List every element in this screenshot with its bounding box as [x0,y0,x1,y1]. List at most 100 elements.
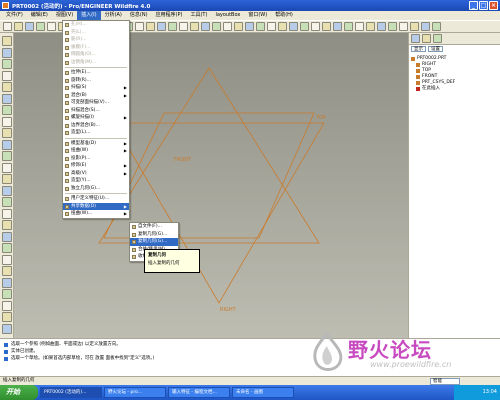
shared-data-item[interactable]: 自文件(F)... [130,223,178,231]
toolbar-tool-icon[interactable] [157,22,166,31]
toolbar-tool-icon[interactable] [168,22,177,31]
toolbar-tool-icon[interactable] [289,22,298,31]
taskbar-button[interactable]: 未命名 - 画图 [232,387,294,398]
toolbar-tool-icon[interactable] [366,22,375,31]
insert-menu-item[interactable]: 混合(B) ▶ [63,92,129,100]
feature-tool-icon[interactable] [2,220,12,230]
feature-tool-icon[interactable] [2,59,12,69]
insert-menu-item[interactable]: 造型(L)... [63,129,129,137]
insert-menu-item[interactable]: 独立几何(G)... [63,185,129,193]
toolbar-tool-icon[interactable] [14,22,23,31]
insert-menu-item[interactable]: 扫描混合(S)... [63,107,129,115]
minimize-button[interactable]: _ [469,1,478,10]
shared-data-item[interactable]: 复制几何(G)... [130,238,178,246]
insert-menu-item[interactable]: 投影(P)... [63,155,129,163]
start-button[interactable]: 开始 [0,385,38,400]
toolbar-tool-icon[interactable] [388,22,397,31]
toolbar-tool-icon[interactable] [201,22,210,31]
insert-menu-item[interactable]: 边界混合(B)... [63,122,129,130]
toolbar-tool-icon[interactable] [421,22,430,31]
toolbar-tool-icon[interactable] [179,22,188,31]
feature-tool-icon[interactable] [2,116,12,127]
feature-tool-icon[interactable] [2,243,12,253]
toolbar-tool-icon[interactable] [333,22,342,31]
toolbar-tool-icon[interactable] [300,22,309,31]
toolbar-tool-icon[interactable] [432,22,441,31]
menu-9[interactable]: 窗口(W) [244,11,271,20]
insert-menu-item[interactable]: 共享数据(D) ▶ [63,202,129,210]
toolbar-tool-icon[interactable] [146,22,155,31]
menu-8[interactable]: layoutBox [211,11,244,20]
close-button[interactable]: × [489,1,498,10]
menu-2[interactable]: 视图(V) [52,11,77,20]
toolbar-tool-icon[interactable] [399,22,408,31]
menu-5[interactable]: 信息(N) [126,11,152,20]
menu-3[interactable]: 插入(I) [77,11,101,20]
menu-4[interactable]: 分析(A) [101,11,126,20]
toolbar-tool-icon[interactable] [311,22,320,31]
selection-filter[interactable]: 智能 [430,378,460,385]
toolbar-tool-icon[interactable] [355,22,364,31]
insert-menu-item[interactable]: 模型基准(D) ▶ [63,140,129,148]
feature-tool-icon[interactable] [2,139,12,150]
feature-tool-icon[interactable] [2,289,12,299]
display-dropdown[interactable]: 显示 [411,46,426,52]
feature-tool-icon[interactable] [2,312,12,322]
feature-tool-icon[interactable] [2,93,12,104]
folder-browser-tab-icon[interactable] [422,34,431,43]
toolbar-tool-icon[interactable] [234,22,243,31]
taskbar-button[interactable]: 输入特征 - 编程文档... [168,387,230,398]
feature-tool-icon[interactable] [2,162,12,173]
insert-menu-item[interactable]: 螺旋扫描(I) ▶ [63,114,129,122]
toolbar-tool-icon[interactable] [267,22,276,31]
favorites-tab-icon[interactable] [433,34,442,43]
feature-tool-icon[interactable] [2,323,12,334]
insert-menu-item[interactable]: 用户定义特征(U)... [63,195,129,203]
feature-tool-icon[interactable] [2,128,12,138]
model-tree-tab-icon[interactable] [411,34,420,43]
insert-menu-item[interactable]: 拉伸(E)... [63,69,129,77]
feature-tool-icon[interactable] [2,47,12,58]
toolbar-tool-icon[interactable] [256,22,265,31]
insert-menu-item[interactable]: 造型(Y)... [63,177,129,185]
toolbar-tool-icon[interactable] [245,22,254,31]
taskbar-button[interactable]: 野火论坛 - pro... [104,387,166,398]
feature-tool-icon[interactable] [2,300,12,311]
insert-menu-item[interactable]: 可变剖面扫描(V)... [63,99,129,107]
insert-menu-item[interactable]: 扫描(S) ▶ [63,84,129,92]
toolbar-tool-icon[interactable] [25,22,34,31]
toolbar-tool-icon[interactable] [135,22,144,31]
feature-tool-icon[interactable] [2,174,12,184]
feature-tool-icon[interactable] [2,185,12,196]
tree-item[interactable]: 在此插入 [411,86,498,92]
toolbar-tool-icon[interactable] [322,22,331,31]
shared-data-item[interactable]: 复制几何(G)... [130,231,178,239]
insert-menu-item[interactable]: 扭曲(W) ▶ [63,147,129,155]
feature-tool-icon[interactable] [2,231,12,242]
feature-tool-icon[interactable] [2,254,12,265]
insert-menu-item[interactable]: 高级(V) ▶ [63,170,129,178]
feature-tool-icon[interactable] [2,266,12,276]
toolbar-tool-icon[interactable] [36,22,45,31]
maximize-button[interactable]: □ [479,1,488,10]
feature-tool-icon[interactable] [2,70,12,81]
menu-1[interactable]: 编辑(E) [27,11,52,20]
feature-tool-icon[interactable] [2,105,12,115]
menu-10[interactable]: 帮助(H) [271,11,297,20]
toolbar-tool-icon[interactable] [377,22,386,31]
menu-0[interactable]: 文件(F) [2,11,27,20]
toolbar-tool-icon[interactable] [223,22,232,31]
toolbar-tool-icon[interactable] [410,22,419,31]
menu-6[interactable]: 应用程序(P) [152,11,187,20]
toolbar-tool-icon[interactable] [47,22,56,31]
toolbar-tool-icon[interactable] [190,22,199,31]
feature-tool-icon[interactable] [2,277,12,288]
insert-menu-item[interactable]: 旋转(R)... [63,77,129,85]
toolbar-tool-icon[interactable] [278,22,287,31]
insert-menu-item[interactable]: 修饰(E) ▶ [63,162,129,170]
toolbar-tool-icon[interactable] [212,22,221,31]
feature-tool-icon[interactable] [2,208,12,219]
toolbar-tool-icon[interactable] [3,22,12,31]
taskbar-button[interactable]: PRT0002 (活动的)... [40,387,102,398]
feature-tool-icon[interactable] [2,151,12,161]
